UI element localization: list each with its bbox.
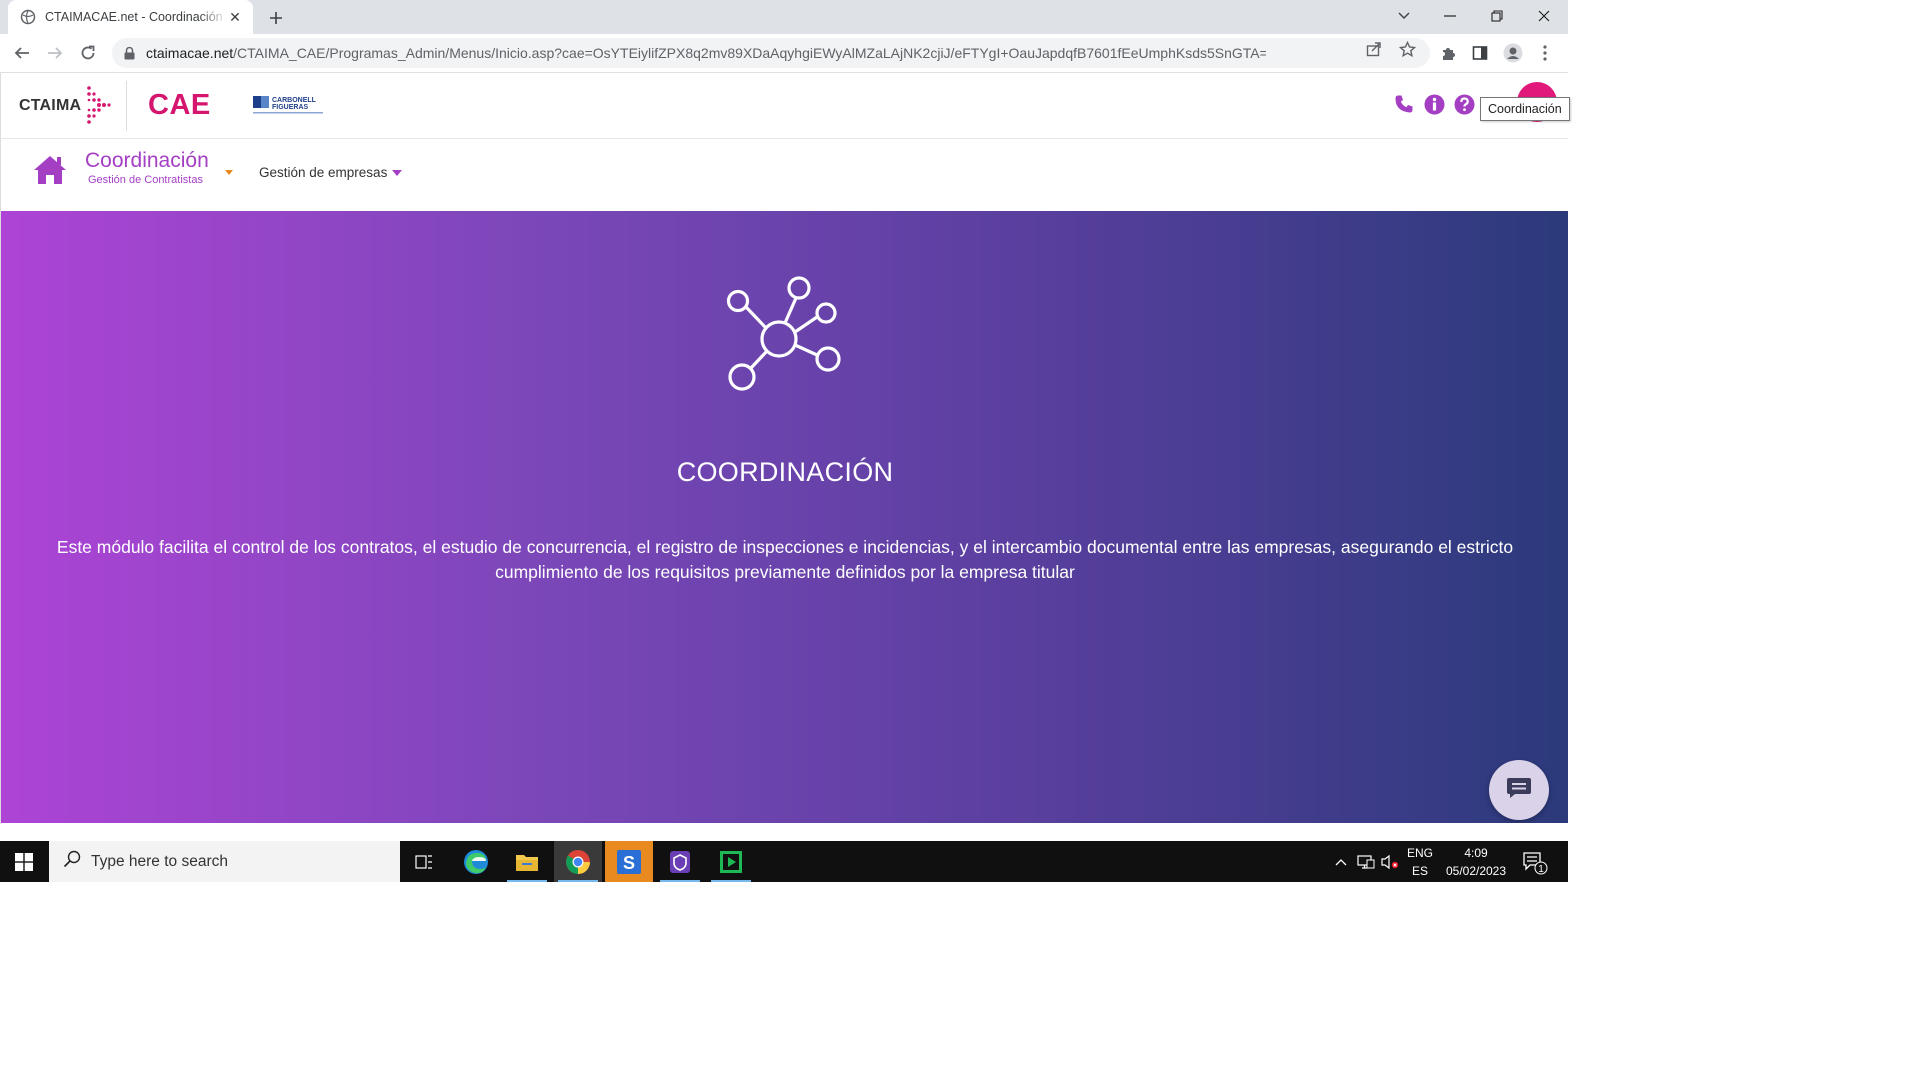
clock-time: 4:09	[1464, 846, 1488, 860]
tab-title: CTAIMACAE.net - Coordinación de Contrati…	[45, 10, 227, 24]
chat-button[interactable]	[1489, 760, 1549, 820]
profile-icon[interactable]	[1503, 43, 1523, 63]
module-dropdown-caret-icon[interactable]	[225, 170, 233, 175]
cae-logo-text[interactable]: CAE	[148, 89, 211, 122]
lang-bottom: ES	[1411, 864, 1428, 878]
bookmark-star-icon[interactable]	[1398, 40, 1416, 58]
browser-tab-strip: CTAIMACAE.net - Coordinación de Contrati…	[0, 0, 1568, 34]
svg-text:S: S	[623, 853, 635, 873]
language-indicator[interactable]: ENG ES	[1404, 844, 1436, 880]
ctaima-logo-mark-icon	[85, 85, 111, 130]
app-purple-icon[interactable]	[656, 841, 704, 882]
address-bar[interactable]: ctaimacae.net/CTAIMA_CAE/Programas_Admin…	[112, 38, 1430, 68]
client-logo-line2: FIGUERAS	[272, 104, 309, 111]
hero-description: Este módulo facilita el control de los c…	[56, 537, 1514, 582]
app-header: CTAIMA CAE CARBONELL FIGUERAS Coordinaci…	[0, 73, 1570, 139]
client-logo-line1: CARBONELL	[272, 97, 317, 104]
clock-date: 05/02/2023	[1445, 864, 1507, 878]
globe-icon	[20, 9, 36, 25]
url-host: ctaimacae.net	[146, 45, 234, 61]
phone-icon[interactable]	[1393, 93, 1415, 115]
app-green-icon[interactable]	[707, 841, 755, 882]
hero-banner: COORDINACIÓN Este módulo facilita el con…	[0, 211, 1568, 823]
forward-icon[interactable]	[42, 40, 68, 66]
notification-count: 1	[1538, 864, 1544, 875]
lock-icon[interactable]	[122, 46, 136, 60]
module-title[interactable]: Coordinación	[85, 149, 209, 173]
menu-gestion-empresas-label: Gestión de empresas	[259, 165, 388, 180]
browser-toolbar: ctaimacae.net/CTAIMA_CAE/Programas_Admin…	[0, 34, 1568, 73]
windows-start-icon[interactable]	[0, 841, 48, 882]
module-subtitle: Gestión de Contratistas	[88, 174, 203, 186]
chat-bubble-icon	[1506, 777, 1532, 804]
help-icon[interactable]	[1453, 93, 1475, 115]
menu-gestion-empresas[interactable]: Gestión de empresas	[259, 165, 403, 180]
reload-icon[interactable]	[75, 40, 101, 66]
module-nav: Coordinación Gestión de Contratistas Ges…	[0, 139, 1568, 211]
hero-title: COORDINACIÓN	[676, 457, 894, 487]
taskbar-clock[interactable]: 4:09 05/02/2023	[1440, 844, 1512, 880]
side-panel-icon[interactable]	[1470, 43, 1490, 63]
search-icon	[63, 850, 81, 873]
ctaima-logo-text[interactable]: CTAIMA	[19, 97, 81, 115]
chevron-down-icon	[392, 169, 403, 176]
tray-overflow-icon[interactable]	[1330, 841, 1352, 882]
windows-taskbar: Type here to search S ENG ES 4:09 05/02/…	[0, 841, 1568, 882]
edge-icon[interactable]	[452, 841, 500, 882]
volume-muted-icon[interactable]	[1378, 841, 1402, 882]
url-path: /CTAIMA_CAE/Programas_Admin/Menus/Inicio…	[233, 45, 1266, 61]
tooltip: Coordinación	[1480, 97, 1570, 121]
app-s-icon[interactable]: S	[605, 841, 653, 882]
notification-center-icon[interactable]: 1	[1522, 851, 1548, 875]
info-icon[interactable]	[1423, 93, 1445, 115]
home-icon[interactable]	[33, 154, 67, 186]
file-explorer-icon[interactable]	[503, 841, 551, 882]
network-icon[interactable]	[1354, 841, 1378, 882]
tab-search-icon[interactable]	[1381, 0, 1427, 32]
minimize-icon[interactable]	[1427, 0, 1473, 32]
restore-icon[interactable]	[1474, 0, 1520, 32]
share-icon[interactable]	[1365, 40, 1383, 58]
client-logo: CARBONELL FIGUERAS	[253, 93, 325, 117]
close-tab-icon[interactable]: ✕	[227, 9, 243, 25]
new-tab-button[interactable]	[264, 6, 288, 30]
header-divider	[126, 81, 127, 131]
chrome-taskbar-icon[interactable]	[554, 841, 602, 882]
lang-top: ENG	[1406, 846, 1433, 860]
task-view-icon[interactable]	[400, 841, 448, 882]
browser-tab[interactable]: CTAIMACAE.net - Coordinación de Contrati…	[8, 0, 253, 34]
extensions-icon[interactable]	[1438, 43, 1458, 63]
page-bottom-gap	[0, 823, 1568, 841]
network-hub-icon	[721, 271, 851, 396]
chrome-menu-icon[interactable]	[1535, 43, 1555, 63]
taskbar-search[interactable]: Type here to search	[49, 841, 400, 882]
search-placeholder: Type here to search	[91, 852, 228, 870]
url-text[interactable]: ctaimacae.net/CTAIMA_CAE/Programas_Admin…	[146, 45, 1266, 61]
back-icon[interactable]	[9, 40, 35, 66]
close-window-icon[interactable]	[1521, 0, 1567, 32]
